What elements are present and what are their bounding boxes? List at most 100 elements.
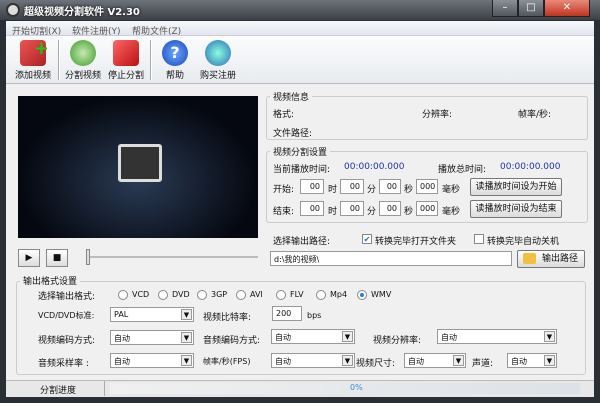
app-icon [6, 3, 20, 17]
seek-thumb[interactable] [86, 249, 90, 265]
output-path-input[interactable]: d:\我的视频\ [270, 251, 512, 266]
start-minute-input[interactable]: 00 [340, 179, 364, 194]
format-radio-mp4[interactable] [316, 290, 326, 300]
audio-sample-rate-select[interactable]: 自动 ▼ [110, 353, 194, 368]
minute-unit: 分 [367, 185, 377, 195]
end-second-input[interactable]: 00 [379, 201, 401, 216]
second-unit: 秒 [404, 207, 414, 217]
value: 自动 [114, 357, 130, 366]
bitrate-label: 视频比特率: [203, 313, 252, 323]
chevron-down-icon: ▼ [181, 309, 192, 320]
video-resolution-select[interactable]: 自动 ▼ [437, 329, 557, 344]
bitrate-unit: bps [307, 311, 322, 320]
video-codec-label: 视频编码方式: [38, 336, 96, 346]
format-radio-flv[interactable] [276, 290, 286, 300]
stop-icon [113, 40, 139, 66]
hour-unit: 时 [328, 207, 338, 217]
output-format-title: 输出格式设置 [20, 274, 81, 287]
format-radio-vcd[interactable] [118, 290, 128, 300]
value: 自动 [114, 334, 130, 343]
fps-select[interactable]: 自动 ▼ [271, 353, 355, 368]
video-size-select[interactable]: 自动 ▼ [404, 353, 466, 368]
hour-unit: 时 [328, 185, 338, 195]
seek-slider[interactable] [86, 256, 258, 258]
progress-label: 分割进度 [40, 386, 77, 396]
audio-sample-rate-label: 音频采样率 : [38, 359, 89, 369]
format-radio-wmv[interactable] [357, 290, 367, 300]
ms-unit: 毫秒 [442, 207, 461, 217]
video-preview [18, 96, 258, 238]
fps-label: 帧率/秒: [518, 110, 552, 120]
end-minute-input[interactable]: 00 [340, 201, 364, 216]
audio-codec-select[interactable]: 自动 ▼ [271, 329, 355, 344]
toolbar-separator [58, 40, 60, 80]
shutdown-checkbox[interactable] [474, 234, 484, 244]
stop-split-button[interactable]: 停止分割 [105, 40, 147, 84]
minute-unit: 分 [367, 207, 377, 217]
add-video-button[interactable]: + 添加视频 [12, 38, 54, 84]
resolution-label: 分辨率: [422, 110, 453, 120]
status-divider [104, 381, 105, 396]
chevron-down-icon: ▼ [181, 355, 192, 366]
video-info-title: 视频信息 [270, 90, 313, 103]
current-time-label: 当前播放时间: [273, 165, 331, 175]
label: 分割视频 [64, 71, 101, 81]
chevron-down-icon: ▼ [453, 355, 464, 366]
video-codec-select[interactable]: 自动 ▼ [110, 330, 194, 345]
bitrate-input[interactable]: 200 [272, 306, 302, 321]
split-settings-title: 视频分割设置 [270, 145, 331, 158]
chevron-down-icon: ▼ [342, 331, 353, 342]
format-radio-avi[interactable] [236, 290, 246, 300]
second-unit: 秒 [404, 185, 414, 195]
format-radio-3gp[interactable] [197, 290, 207, 300]
split-video-icon [70, 40, 96, 66]
toolbar-separator [150, 40, 152, 80]
select-format-label: 选择输出格式: [38, 292, 96, 302]
audio-codec-label: 音频编码方式: [203, 336, 261, 346]
play-button[interactable]: ▶ [18, 249, 40, 267]
channel-label: 声道: [472, 359, 494, 369]
add-video-icon: + [20, 38, 49, 66]
current-time: 00:00:00.000 [344, 162, 405, 172]
format-radio-label: 3GP [211, 290, 228, 299]
fps-setting-label: 帧率/秒(FPS) [203, 357, 251, 366]
minimize-button[interactable]: – [492, 0, 518, 17]
video-size-label: 视频尺寸: [356, 359, 396, 369]
start-label: 开始: [273, 185, 295, 195]
format-radio-label: FLV [290, 290, 304, 299]
end-hour-input[interactable]: 00 [300, 201, 324, 216]
output-path-button[interactable]: 输出路径 [517, 250, 585, 268]
maximize-button[interactable]: □ [518, 0, 544, 17]
window-title: 超级视频分割软件 V2.30 [24, 7, 140, 18]
channel-select[interactable]: 自动 ▼ [507, 353, 557, 368]
buy-register-button[interactable]: 购买注册 [196, 40, 240, 84]
value: 自动 [441, 333, 457, 342]
start-ms-input[interactable]: 000 [416, 179, 438, 194]
value: 自动 [275, 357, 291, 366]
help-button[interactable]: ? 帮助 [158, 40, 192, 84]
value: 自动 [275, 333, 291, 342]
label: 输出路径 [541, 254, 578, 264]
globe-cursor-icon [205, 40, 231, 66]
value: PAL [114, 310, 129, 319]
stop-button[interactable]: ■ [46, 249, 68, 267]
end-ms-input[interactable]: 000 [416, 201, 438, 216]
open-folder-checkbox[interactable]: ✔ [362, 234, 372, 244]
set-start-button[interactable]: 读播放时间设为开始 [470, 178, 562, 196]
output-path-label: 选择输出路径: [273, 237, 331, 247]
vcd-standard-label: VCD/DVD标准: [38, 311, 95, 320]
format-radio-label: VCD [132, 290, 150, 299]
close-button[interactable]: ✕ [544, 0, 590, 17]
start-second-input[interactable]: 00 [379, 179, 401, 194]
set-end-button[interactable]: 读播放时间设为结束 [470, 200, 562, 218]
progress-text: 0% [350, 383, 363, 392]
start-hour-input[interactable]: 00 [300, 179, 324, 194]
format-radio-label: WMV [371, 290, 392, 299]
chevron-down-icon: ▼ [342, 355, 353, 366]
value: 自动 [511, 357, 527, 366]
format-radio-dvd[interactable] [158, 290, 168, 300]
help-icon: ? [162, 40, 188, 66]
ms-unit: 毫秒 [442, 185, 461, 195]
vcd-standard-select[interactable]: PAL ▼ [110, 307, 194, 322]
split-video-button[interactable]: 分割视频 [62, 40, 104, 84]
